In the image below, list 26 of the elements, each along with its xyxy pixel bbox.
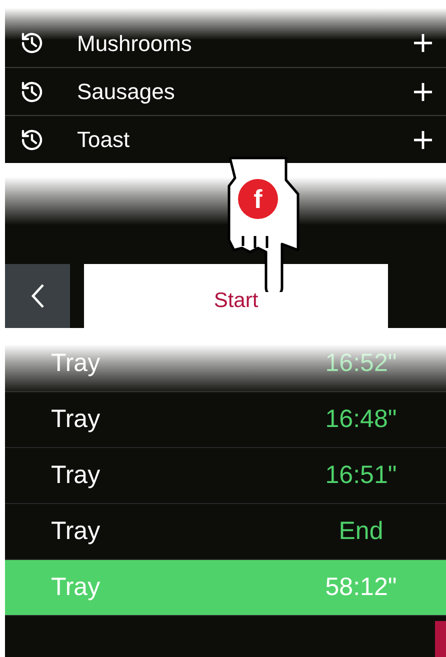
- timer-row[interactable]: Tray 16:48": [5, 392, 446, 448]
- plus-icon[interactable]: [413, 33, 433, 53]
- item-label: Mushrooms: [77, 30, 193, 58]
- row-time: 16:51": [324, 460, 398, 491]
- row-label: Tray: [51, 404, 102, 435]
- button-edge: [435, 621, 446, 657]
- start-button[interactable]: Start: [84, 264, 388, 328]
- row-time: 58:12": [324, 572, 398, 603]
- item-label: Sausages: [77, 78, 176, 106]
- plus-icon[interactable]: [413, 130, 433, 150]
- recent-item[interactable]: Mushrooms: [5, 19, 446, 67]
- history-icon: [20, 31, 44, 55]
- history-icon: [20, 80, 44, 104]
- row-time: 16:52": [324, 348, 398, 379]
- timer-row[interactable]: Tray 16:51": [5, 448, 446, 504]
- chevron-left-icon: [30, 283, 46, 309]
- history-icon: [20, 128, 44, 152]
- row-label: Tray: [51, 348, 102, 379]
- recent-item[interactable]: Sausages: [5, 67, 446, 115]
- item-label: Toast: [77, 126, 131, 154]
- row-label: Tray: [51, 460, 102, 491]
- row-label: Tray: [51, 516, 102, 547]
- row-label: Tray: [51, 572, 102, 603]
- row-time: 16:48": [324, 404, 398, 435]
- row-time: End: [338, 516, 384, 547]
- plus-icon[interactable]: [413, 82, 433, 102]
